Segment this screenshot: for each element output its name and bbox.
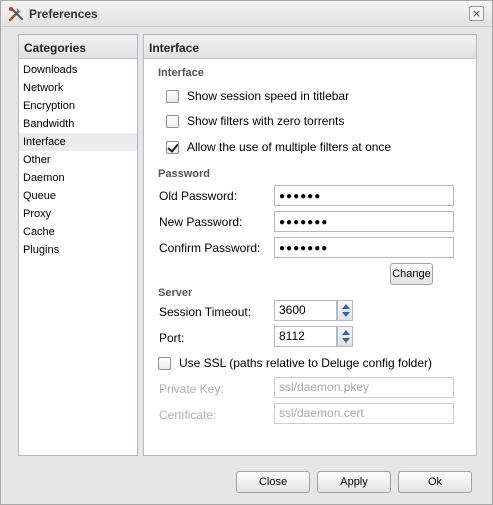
category-proxy[interactable]: Proxy bbox=[19, 205, 137, 223]
category-interface[interactable]: Interface bbox=[19, 133, 137, 151]
confirm-password-input[interactable]: ●●●●●●● bbox=[274, 237, 454, 258]
category-cache[interactable]: Cache bbox=[19, 223, 137, 241]
certificate-input[interactable]: ssl/daemon.cert bbox=[274, 403, 454, 424]
port-label: Port: bbox=[159, 331, 185, 345]
session-timeout-spinner[interactable] bbox=[337, 300, 353, 321]
close-icon[interactable]: × bbox=[469, 6, 484, 21]
spin-up-icon[interactable] bbox=[342, 304, 350, 309]
spin-down-icon[interactable] bbox=[342, 312, 350, 317]
session-timeout-label: Session Timeout: bbox=[159, 305, 252, 319]
category-bandwidth[interactable]: Bandwidth bbox=[19, 115, 137, 133]
category-other[interactable]: Other bbox=[19, 151, 137, 169]
zero-torrents-checkbox[interactable] bbox=[166, 114, 179, 128]
multiple-filters-label: Allow the use of multiple filters at onc… bbox=[187, 140, 392, 154]
use-ssl-checkbox[interactable] bbox=[158, 356, 171, 370]
category-encryption[interactable]: Encryption bbox=[19, 97, 137, 115]
dialog-footer: Close Apply Ok bbox=[1, 460, 492, 504]
old-password-label: Old Password: bbox=[159, 189, 238, 203]
spin-down-icon[interactable] bbox=[342, 338, 350, 343]
new-password-input[interactable]: ●●●●●●● bbox=[274, 211, 454, 232]
option-multiple-filters[interactable]: Allow the use of multiple filters at onc… bbox=[166, 139, 391, 155]
category-daemon[interactable]: Daemon bbox=[19, 169, 137, 187]
private-key-input[interactable]: ssl/daemon.pkey bbox=[274, 377, 454, 398]
option-use-ssl[interactable]: Use SSL (paths relative to Deluge config… bbox=[158, 355, 432, 371]
session-timeout-input[interactable]: 3600 bbox=[274, 300, 337, 321]
option-session-speed[interactable]: Show session speed in titlebar bbox=[166, 88, 349, 104]
change-button[interactable]: Change bbox=[390, 263, 433, 285]
password-section-title: Password bbox=[158, 168, 210, 180]
server-section-title: Server bbox=[158, 287, 193, 299]
session-speed-label: Show session speed in titlebar bbox=[187, 89, 350, 103]
use-ssl-label: Use SSL (paths relative to Deluge config… bbox=[179, 356, 433, 370]
zero-torrents-label: Show filters with zero torrents bbox=[187, 114, 345, 128]
apply-button[interactable]: Apply bbox=[317, 471, 391, 493]
close-button[interactable]: Close bbox=[236, 471, 310, 493]
window-title: Preferences bbox=[29, 7, 98, 21]
spin-up-icon[interactable] bbox=[342, 330, 350, 335]
categories-list: Downloads Network Encryption Bandwidth I… bbox=[19, 59, 137, 259]
title-bar[interactable]: Preferences × bbox=[1, 1, 492, 27]
ok-button[interactable]: Ok bbox=[398, 471, 472, 493]
new-password-label: New Password: bbox=[159, 215, 243, 229]
session-speed-checkbox[interactable] bbox=[166, 89, 179, 103]
interface-section-title: Interface bbox=[158, 67, 204, 79]
categories-panel: Categories Downloads Network Encryption … bbox=[18, 34, 138, 456]
tools-icon bbox=[8, 7, 23, 22]
category-downloads[interactable]: Downloads bbox=[19, 61, 137, 79]
multiple-filters-checkbox[interactable] bbox=[166, 140, 179, 154]
port-spinner[interactable] bbox=[337, 326, 353, 347]
confirm-password-label: Confirm Password: bbox=[159, 241, 261, 255]
category-plugins[interactable]: Plugins bbox=[19, 241, 137, 259]
private-key-label: Private Key: bbox=[159, 382, 224, 396]
preferences-window: Preferences × Categories Downloads Netwo… bbox=[0, 0, 493, 505]
port-input[interactable]: 8112 bbox=[274, 326, 337, 347]
certificate-label: Certificate: bbox=[159, 408, 217, 422]
categories-header: Categories bbox=[19, 35, 137, 59]
old-password-input[interactable]: ●●●●●● bbox=[274, 185, 454, 206]
interface-panel: Interface Interface Show session speed i… bbox=[143, 34, 477, 456]
category-queue[interactable]: Queue bbox=[19, 187, 137, 205]
category-network[interactable]: Network bbox=[19, 79, 137, 97]
interface-header: Interface bbox=[144, 35, 476, 59]
option-zero-torrents[interactable]: Show filters with zero torrents bbox=[166, 113, 344, 129]
